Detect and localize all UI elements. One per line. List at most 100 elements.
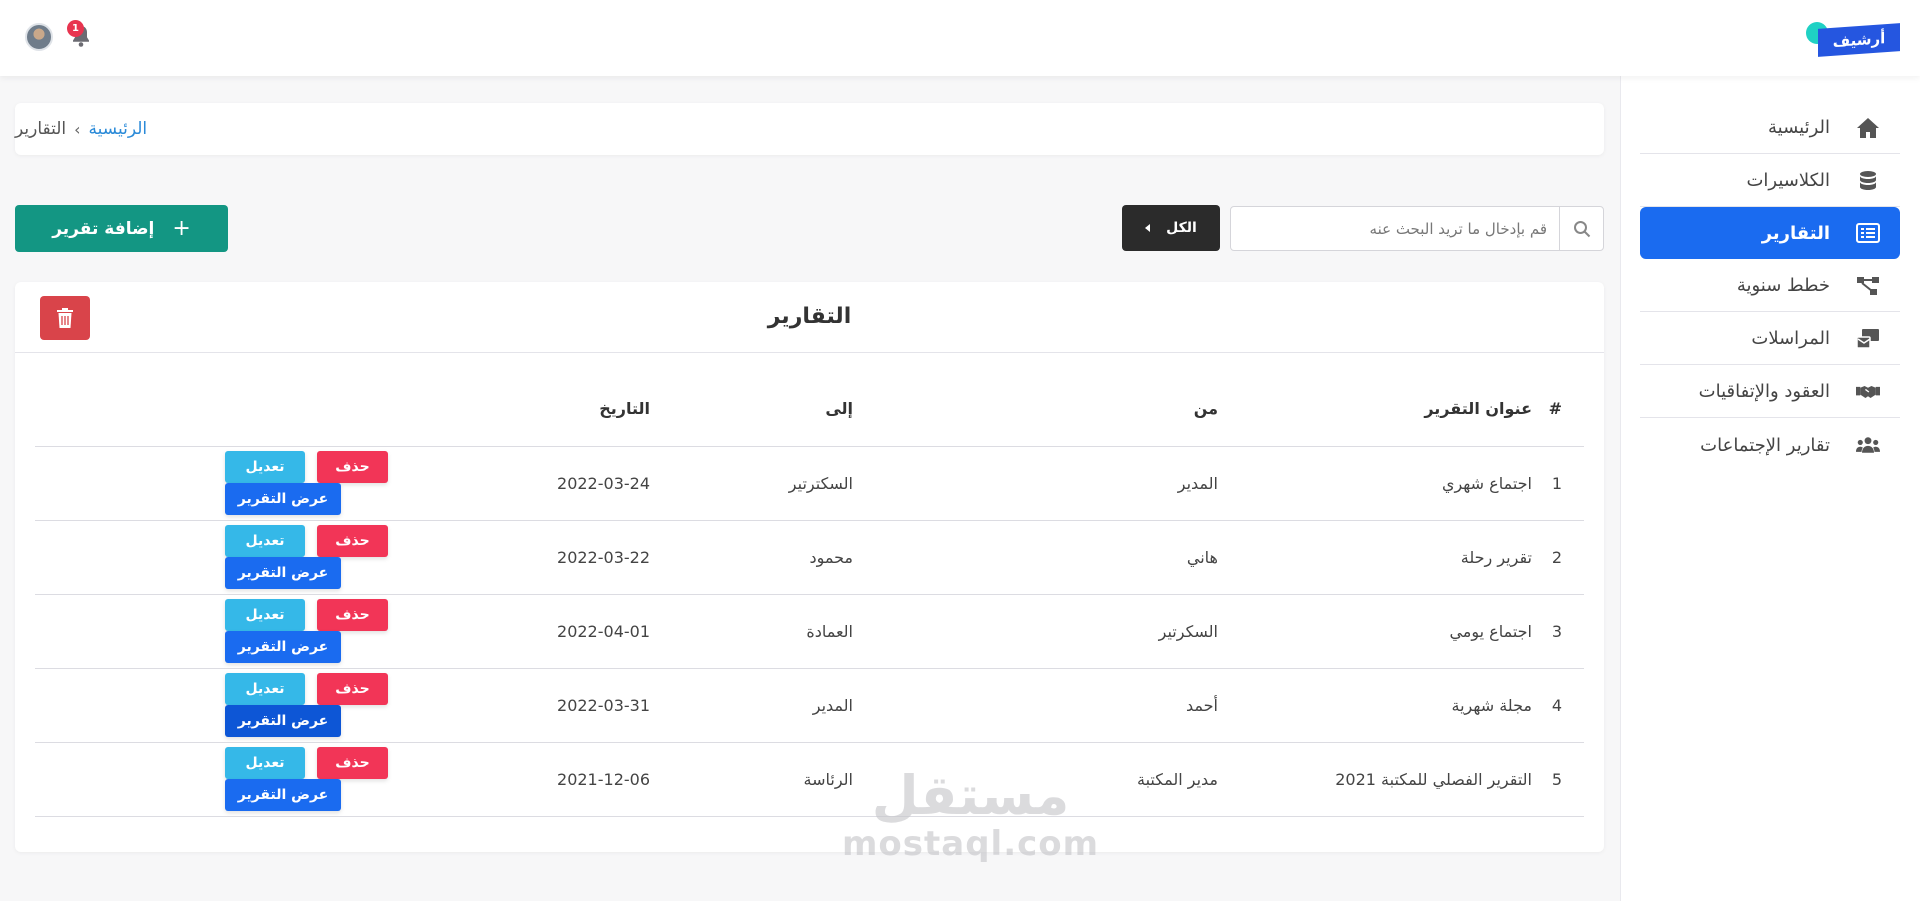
breadcrumb-home-link[interactable]: الرئيسية [89, 119, 148, 139]
cell-to: السكترتير [650, 446, 853, 521]
table-row: 3 اجتماع يومي السكرتير العمادة 2022-04-0… [35, 594, 1584, 669]
list-icon [1856, 221, 1880, 245]
database-icon [1856, 169, 1880, 193]
breadcrumb-current: التقارير [15, 119, 67, 139]
cell-title: اجتماع شهري [1218, 446, 1532, 521]
watermark: مستقل mostaql.com [842, 764, 1100, 865]
delete-report-button[interactable]: حذف [317, 599, 388, 631]
notification-badge: 1 [67, 20, 84, 37]
cell-date: 2021-12-06 [474, 742, 650, 817]
column-header-to: إلى [650, 372, 853, 447]
sidebar-item-contracts[interactable]: العقود والإتفاقيات [1640, 366, 1900, 418]
search-box [1230, 206, 1604, 251]
table-row: 2 تقرير رحلة هاني محمود 2022-03-22 حذف تع… [35, 520, 1584, 595]
sidebar-item-label: المراسلات [1751, 328, 1830, 349]
users-icon [1856, 433, 1880, 457]
app-logo[interactable]: أرشيف [1806, 18, 1900, 60]
sitemap-icon [1856, 274, 1880, 298]
view-report-button[interactable]: عرض التقرير [225, 483, 341, 515]
table-row: 4 مجلة شهرية أحمد المدير 2022-03-31 حذف ت… [35, 668, 1584, 743]
add-report-button[interactable]: إضافة تقرير + [15, 205, 228, 252]
search-input[interactable] [1231, 207, 1559, 250]
sidebar-item-label: التقارير [1761, 222, 1830, 244]
table-header-row: # عنوان التقرير من إلى التاريخ [35, 372, 1584, 447]
edit-report-button[interactable]: تعديل [225, 673, 305, 705]
edit-report-button[interactable]: تعديل [225, 451, 305, 483]
card-header: التقارير [15, 282, 1604, 353]
search-button[interactable] [1559, 207, 1603, 250]
sidebar-item-label: خطط سنوية [1736, 275, 1830, 296]
cell-from: هاني [853, 520, 1218, 595]
watermark-arabic: مستقل [871, 764, 1070, 827]
sidebar-item-reports[interactable]: التقارير [1640, 207, 1900, 259]
handshake-icon [1856, 380, 1880, 404]
cell-number: 3 [1532, 594, 1584, 669]
column-header-number: # [1532, 372, 1584, 447]
delete-report-button[interactable]: حذف [317, 525, 388, 557]
cell-actions: حذف تعديلعرض التقرير [35, 520, 474, 595]
logo-text: أرشيف [1818, 23, 1900, 57]
column-header-title: عنوان التقرير [1218, 372, 1532, 447]
cell-number: 4 [1532, 668, 1584, 743]
edit-report-button[interactable]: تعديل [225, 525, 305, 557]
sidebar-item-label: تقارير الإجتماعات [1700, 434, 1830, 456]
cell-actions: حذف تعديلعرض التقرير [35, 742, 474, 817]
user-avatar[interactable] [25, 23, 53, 51]
sidebar: الرئيسية الكلاسيرات التقارير خطط سنوية ا… [1620, 76, 1920, 901]
sidebar-item-correspondence[interactable]: المراسلات [1640, 313, 1900, 365]
delete-all-button[interactable] [40, 296, 90, 340]
cell-number: 1 [1532, 446, 1584, 521]
mail-bulk-icon [1856, 327, 1880, 351]
add-report-label: إضافة تقرير [52, 218, 155, 239]
breadcrumb-separator: › [74, 119, 81, 139]
cell-to: الرئاسة [650, 742, 853, 817]
cell-actions: حذف تعديلعرض التقرير [35, 446, 474, 521]
view-report-button[interactable]: عرض التقرير [225, 631, 341, 663]
table-row: 1 اجتماع شهري المدير السكترتير 2022-03-2… [35, 446, 1584, 521]
cell-title: اجتماع يومي [1218, 594, 1532, 669]
sidebar-item-binders[interactable]: الكلاسيرات [1640, 155, 1900, 207]
filter-dropdown-button[interactable]: الكل [1122, 205, 1220, 251]
breadcrumb: الرئيسية › التقارير [15, 103, 1604, 155]
top-bar: 1 أرشيف [0, 0, 1920, 76]
table-row: 5 التقرير الفصلي للمكتبة 2021 مدير المكت… [35, 742, 1584, 817]
cell-actions: حذف تعديلعرض التقرير [35, 668, 474, 743]
watermark-latin: mostaql.com [842, 824, 1100, 864]
sidebar-item-label: الرئيسية [1768, 117, 1830, 138]
search-icon [1573, 220, 1590, 237]
view-report-button[interactable]: عرض التقرير [225, 705, 341, 737]
cell-date: 2022-03-24 [474, 446, 650, 521]
cell-to: محمود [650, 520, 853, 595]
reports-card: التقارير # عنوان التقرير من إلى التاريخ [15, 282, 1604, 852]
reports-table: # عنوان التقرير من إلى التاريخ 1 اجتماع … [35, 372, 1584, 817]
cell-number: 5 [1532, 742, 1584, 817]
sidebar-item-annual-plans[interactable]: خطط سنوية [1640, 260, 1900, 312]
view-report-button[interactable]: عرض التقرير [225, 779, 341, 811]
cell-date: 2022-03-22 [474, 520, 650, 595]
column-header-date: التاريخ [474, 372, 650, 447]
edit-report-button[interactable]: تعديل [225, 747, 305, 779]
delete-report-button[interactable]: حذف [317, 673, 388, 705]
sidebar-item-home[interactable]: الرئيسية [1640, 102, 1900, 154]
view-report-button[interactable]: عرض التقرير [225, 557, 341, 589]
cell-actions: حذف تعديلعرض التقرير [35, 594, 474, 669]
sidebar-item-label: العقود والإتفاقيات [1698, 381, 1830, 402]
cell-from: المدير [853, 446, 1218, 521]
column-header-from: من [853, 372, 1218, 447]
plus-icon: + [172, 216, 191, 241]
cell-title: مجلة شهرية [1218, 668, 1532, 743]
column-header-actions [35, 372, 474, 447]
cell-to: المدير [650, 668, 853, 743]
trash-icon [57, 308, 73, 328]
cell-number: 2 [1532, 520, 1584, 595]
card-title: التقارير [767, 304, 852, 329]
delete-report-button[interactable]: حذف [317, 451, 388, 483]
sidebar-item-meeting-reports[interactable]: تقارير الإجتماعات [1640, 419, 1900, 471]
cell-title: تقرير رحلة [1218, 520, 1532, 595]
delete-report-button[interactable]: حذف [317, 747, 388, 779]
edit-report-button[interactable]: تعديل [225, 599, 305, 631]
filter-label: الكل [1166, 220, 1197, 236]
cell-title: التقرير الفصلي للمكتبة 2021 [1218, 742, 1532, 817]
cell-date: 2022-03-31 [474, 668, 650, 743]
cell-from: أحمد [853, 668, 1218, 743]
